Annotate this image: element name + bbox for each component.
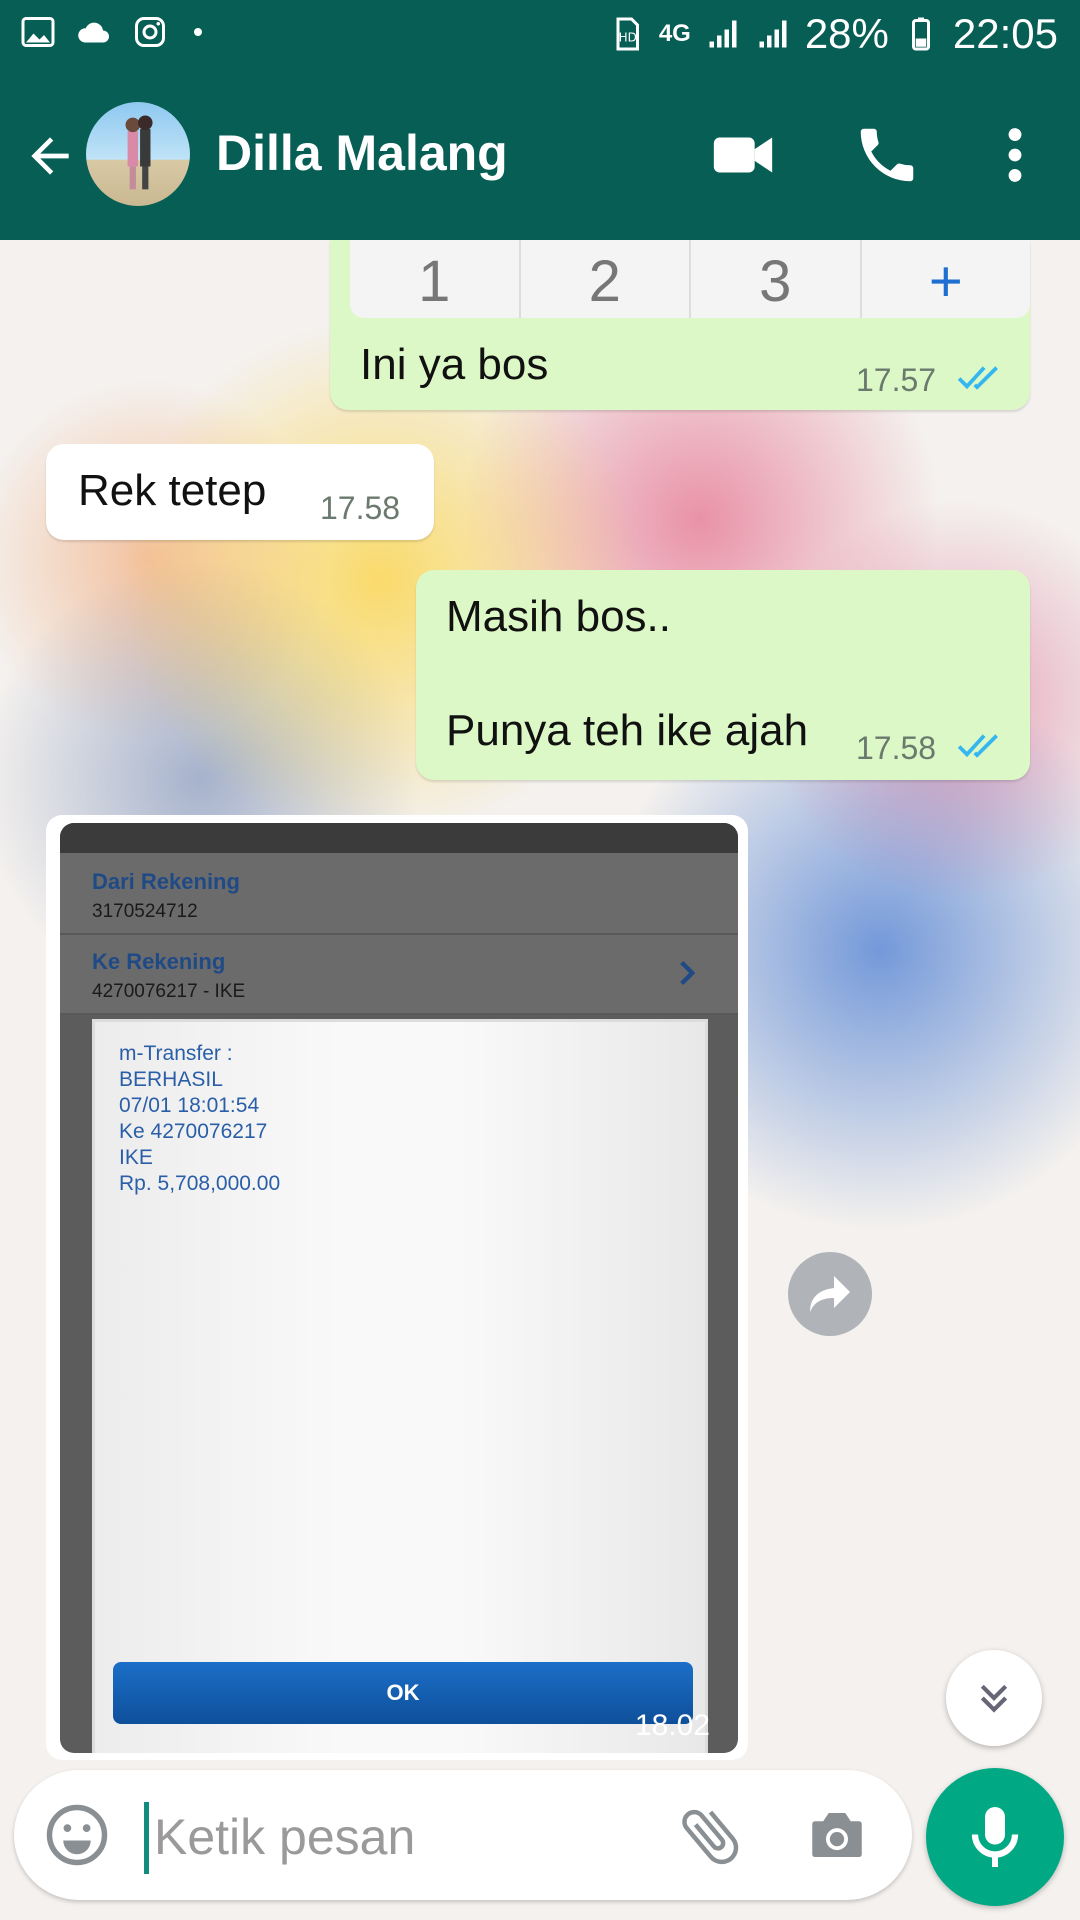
double-chevron-down-icon: [980, 1684, 1008, 1713]
keypad-key: 1: [350, 240, 521, 318]
hd-voice-icon: HD: [616, 17, 639, 51]
back-arrow-icon[interactable]: [22, 128, 78, 184]
to-account-label: Ke Rekening: [92, 949, 226, 974]
message-incoming[interactable]: Rek tetep 17.58: [46, 444, 434, 540]
forward-icon: [810, 1276, 850, 1312]
contact-name[interactable]: Dilla Malang: [216, 124, 508, 182]
message-input[interactable]: Ketik pesan: [154, 1808, 415, 1866]
message-text: Rek tetep: [78, 466, 267, 515]
transfer-result-dialog: m-Transfer : BERHASIL 07/01 18:01:54 Ke …: [92, 1019, 708, 1753]
from-account-value: 3170524712: [92, 901, 198, 922]
image-content[interactable]: Dari Rekening 3170524712 Ke Rekening 427…: [60, 823, 738, 1753]
dialog-ok-button: OK: [113, 1662, 693, 1724]
keypad-key: +: [928, 249, 963, 314]
message-text: Ini ya bos: [360, 340, 549, 389]
gallery-icon: [21, 17, 55, 47]
signal-icon: [709, 20, 737, 48]
message-line: Masih bos..: [446, 592, 671, 641]
keypad-key: 2: [521, 240, 691, 318]
video-call-icon[interactable]: [708, 120, 778, 190]
screenshot-topbar: [60, 823, 738, 853]
status-bar: HD 4G 28% 22:05: [0, 0, 1080, 72]
attachment-icon[interactable]: [674, 1800, 746, 1872]
message-time: 18.02: [634, 1709, 710, 1742]
keypad-image-partial: 1 2 3 +: [350, 240, 1030, 318]
message-outgoing[interactable]: 1 2 3 + Ini ya bos 17.57: [330, 240, 1030, 410]
dialog-line: IKE: [119, 1146, 153, 1169]
from-account-row: Dari Rekening 3170524712: [60, 853, 738, 935]
to-account-row: Ke Rekening 4270076217 - IKE: [60, 935, 738, 1015]
network-type: 4G: [658, 20, 691, 47]
dialog-line: Ke 4270076217: [119, 1120, 268, 1143]
cloud-icon: [78, 22, 109, 43]
to-account-value: 4270076217 - IKE: [92, 981, 246, 1002]
instagram-icon: [135, 17, 165, 47]
signal-icon-2: [759, 20, 787, 48]
battery-percent: 28%: [804, 10, 889, 57]
dialog-line: m-Transfer :: [119, 1042, 233, 1065]
chat-header: Dilla Malang: [0, 72, 1080, 240]
from-account-label: Dari Rekening: [92, 869, 240, 894]
contact-avatar[interactable]: [86, 102, 190, 206]
message-line: Punya teh ike ajah: [446, 706, 809, 755]
chevron-right-icon: [680, 960, 696, 986]
read-receipt-icon: [957, 734, 998, 758]
message-outgoing[interactable]: Masih bos.. Punya teh ike ajah 17.58: [416, 570, 1030, 780]
read-receipt-icon: [957, 366, 998, 390]
scroll-to-bottom-button[interactable]: [946, 1650, 1042, 1746]
forward-button[interactable]: [788, 1252, 872, 1336]
clock: 22:05: [952, 10, 1058, 57]
emoji-icon[interactable]: [44, 1802, 110, 1868]
message-time: 17.57: [856, 362, 937, 398]
more-options-icon[interactable]: [980, 120, 1050, 190]
dialog-line: BERHASIL: [119, 1068, 223, 1091]
svg-text:HD: HD: [618, 31, 636, 45]
battery-icon: [911, 17, 930, 51]
voice-message-button[interactable]: [926, 1768, 1064, 1906]
voice-call-icon[interactable]: [852, 120, 922, 190]
dialog-line: Rp. 5,708,000.00: [119, 1172, 281, 1195]
dialog-line: 07/01 18:01:54: [119, 1094, 260, 1117]
camera-icon[interactable]: [804, 1802, 870, 1868]
message-input-bar: Ketik pesan: [14, 1770, 912, 1900]
message-time: 17.58: [320, 490, 401, 526]
keypad-key: 3: [691, 240, 862, 318]
text-cursor: [144, 1802, 149, 1874]
message-incoming-image[interactable]: Dari Rekening 3170524712 Ke Rekening 427…: [46, 815, 748, 1760]
notification-dot-icon: [194, 28, 202, 36]
avatar-photo-icon: [125, 115, 153, 190]
microphone-icon: [971, 1807, 1019, 1867]
message-time: 17.58: [856, 730, 937, 766]
